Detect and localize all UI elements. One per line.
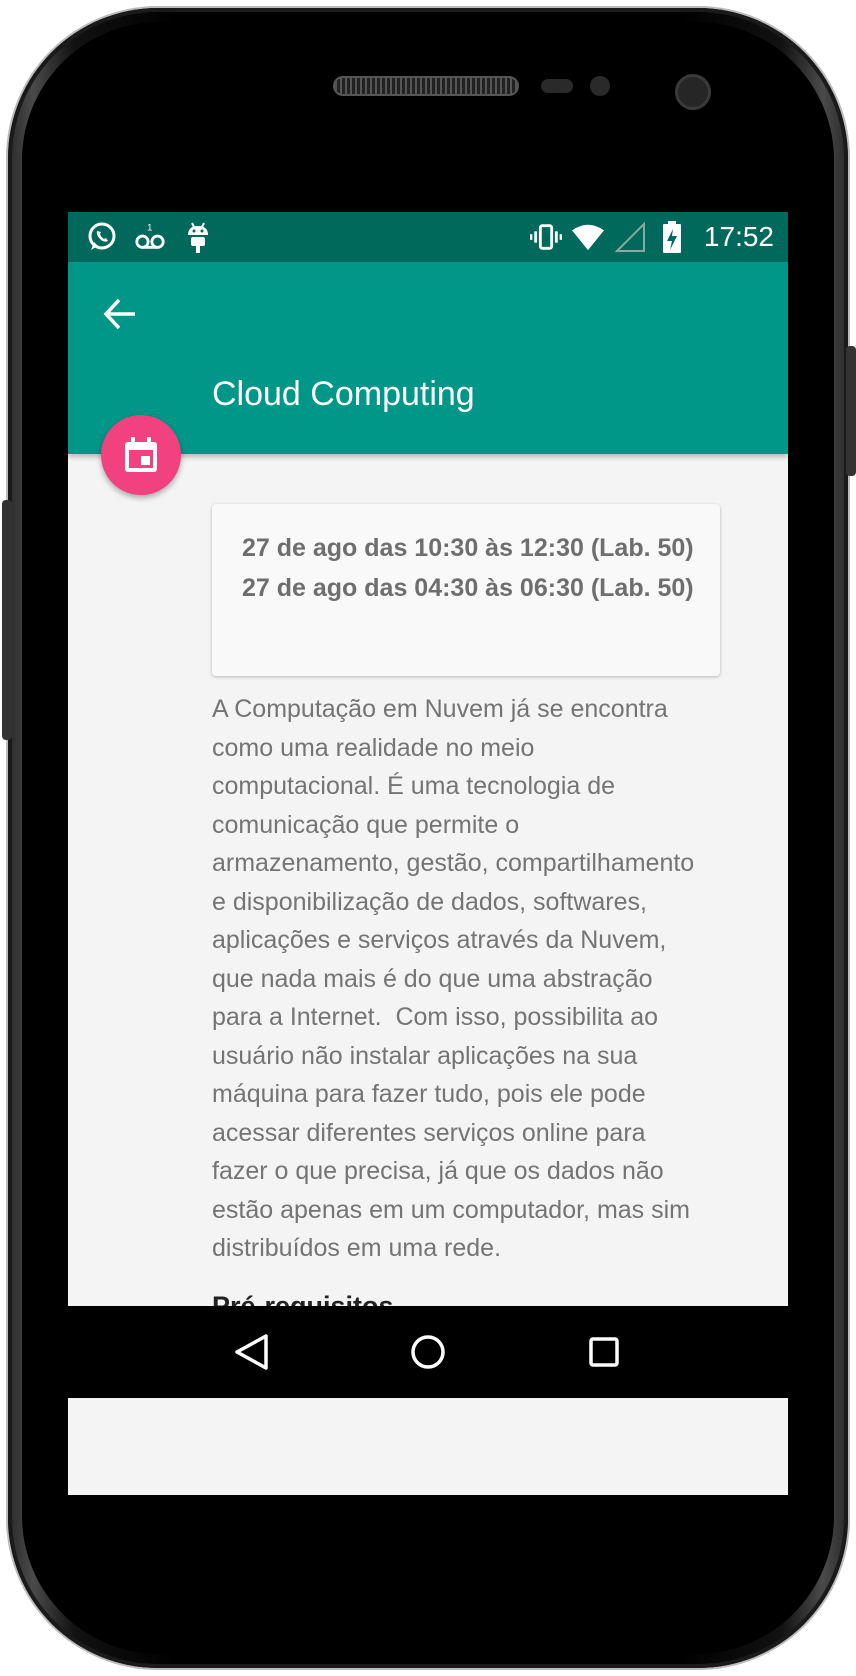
nav-back-button[interactable]: [222, 1322, 282, 1382]
description-line: estão apenas em um computador, mas sim: [212, 1195, 691, 1224]
description-line: como uma realidade no meio: [212, 733, 535, 762]
back-button[interactable]: [96, 290, 144, 338]
description-line: máquina para fazer tudo, pois ele pode: [212, 1080, 646, 1108]
android-debug-icon: [182, 220, 214, 254]
schedule-card: 27 de ago das 10:30 às 12:30 (Lab. 50) 2…: [212, 504, 720, 676]
volume-button: [2, 500, 12, 740]
add-to-calendar-button[interactable]: [101, 415, 181, 495]
description-line: comunicação que permite o: [212, 810, 520, 839]
light-sensor: [590, 76, 610, 96]
description-line: aplicações e serviços através da Nuvem,: [212, 926, 667, 954]
navigation-bar: [68, 1306, 788, 1398]
earpiece-speaker: [333, 76, 519, 96]
power-button: [846, 346, 856, 476]
page-title: Cloud Computing: [212, 375, 475, 413]
description-line: acessar diferentes serviços online para: [212, 1118, 646, 1147]
status-bar: 1 17:52: [68, 212, 788, 262]
recents-square-icon: [589, 1337, 619, 1367]
screen: 1 17:52 Cloud Computing 27 de ago das 10…: [68, 212, 788, 1495]
vibrate-icon: [529, 220, 562, 254]
proximity-sensor: [541, 79, 573, 93]
cell-signal-icon: [614, 220, 646, 254]
svg-text:1: 1: [147, 221, 152, 232]
description-line: para a Internet. Com isso, possibilita a…: [212, 1003, 659, 1031]
calendar-icon: [125, 437, 157, 472]
app-bar: Cloud Computing: [68, 262, 788, 454]
description-line: usuário não instalar aplicações na sua: [212, 1041, 638, 1070]
whatsapp-icon: [86, 220, 118, 254]
status-clock: 17:52: [703, 221, 774, 252]
home-circle-icon: [411, 1335, 445, 1369]
description-line: fazer o que precisa, já que os dados não: [212, 1157, 664, 1185]
schedule-item: 27 de ago das 10:30 às 12:30 (Lab. 50): [242, 534, 694, 562]
description-line: e disponibilização de dados, softwares,: [212, 887, 647, 916]
description-line: computacional. É uma tecnologia de: [212, 772, 616, 800]
course-description: A Computação em Nuvem já se encontra com…: [212, 690, 732, 1268]
nav-recents-button[interactable]: [574, 1322, 634, 1382]
nav-home-button[interactable]: [398, 1322, 458, 1382]
voicemail-icon: 1: [134, 220, 166, 254]
battery-charging-icon: [656, 220, 688, 254]
arrow-back-icon: [103, 298, 135, 330]
description-line: A Computação em Nuvem já se encontra: [212, 695, 668, 723]
back-triangle-icon: [235, 1334, 268, 1370]
schedule-item: 27 de ago das 04:30 às 06:30 (Lab. 50): [242, 574, 694, 602]
front-camera: [675, 74, 711, 110]
wifi-icon: [571, 220, 604, 254]
description-line: que nada mais é do que uma abstração: [212, 964, 653, 993]
description-line: distribuídos em uma rede.: [212, 1234, 502, 1262]
description-line: armazenamento, gestão, compartilhamento: [212, 849, 695, 877]
